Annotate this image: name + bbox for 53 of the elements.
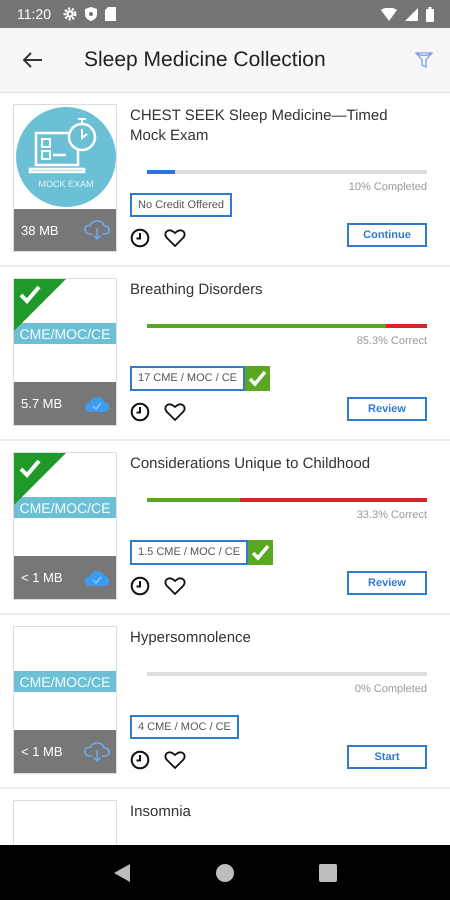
heart-icon[interactable] (164, 576, 186, 596)
wifi-icon (381, 8, 397, 20)
progress-label: 10% Completed (348, 181, 427, 193)
module-title[interactable]: CHEST SEEK Sleep Medicine—Timed Mock Exam (130, 106, 427, 146)
module-title[interactable]: Insomnia (130, 802, 427, 822)
clock-icon[interactable] (130, 750, 150, 770)
clock-icon[interactable] (130, 228, 150, 248)
status-time: 11:20 (17, 6, 51, 22)
battery-icon (426, 6, 434, 22)
action-button[interactable]: Continue (347, 223, 427, 247)
check-icon (245, 366, 270, 391)
home-nav-icon[interactable] (216, 864, 234, 882)
heart-icon[interactable] (164, 402, 186, 422)
shield-icon (85, 7, 97, 21)
heart-icon[interactable] (164, 228, 186, 248)
clock-icon[interactable] (130, 576, 150, 596)
sd-card-icon (105, 7, 116, 21)
file-size: 5.7 MB (21, 396, 62, 411)
file-size: < 1 MB (21, 744, 63, 759)
credit-label: No Credit Offered (130, 193, 232, 217)
progress-label: 33.3% Correct (356, 509, 427, 521)
credit-band: CME/MOC/CE (14, 323, 116, 344)
back-nav-icon[interactable] (112, 862, 131, 882)
heart-icon[interactable] (164, 750, 186, 770)
thumbnail-card[interactable]: MOCK EXAM 38 MB (13, 104, 117, 252)
screen-title: Sleep Medicine Collection (84, 48, 327, 72)
thumbnail-card[interactable]: CME/MOC/CE < 1 MB (13, 452, 117, 600)
thumbnail-card[interactable]: CME/MOC/CE 5.7 MB (13, 278, 117, 426)
cloud-check-icon[interactable] (84, 394, 110, 412)
action-button[interactable]: Review (347, 571, 427, 595)
action-button[interactable]: Review (347, 397, 427, 421)
credit-label: 4 CME / MOC / CE (130, 715, 239, 739)
thumbnail-card[interactable]: CME/MOC/CE < 1 MB (13, 626, 117, 774)
mock-exam-caption: MOCK EXAM (38, 179, 94, 189)
credit-band: CME/MOC/CE (14, 497, 116, 518)
action-button[interactable]: Start (347, 745, 427, 769)
progress-label: 85.3% Correct (356, 335, 427, 347)
back-arrow-icon[interactable] (23, 52, 43, 68)
signal-icon (405, 8, 418, 20)
module-title[interactable]: Breathing Disorders (130, 280, 427, 300)
cloud-check-icon[interactable] (84, 568, 110, 586)
clock-icon[interactable] (130, 402, 150, 422)
check-icon (248, 540, 274, 565)
recents-nav-icon[interactable] (319, 864, 338, 882)
file-size: 38 MB (21, 222, 59, 238)
module-title[interactable]: Hypersomnolence (130, 628, 427, 648)
credit-label: 1.5 CME / MOC / CE (130, 540, 248, 565)
file-size: < 1 MB (21, 570, 63, 585)
credit-label: 17 CME / MOC / CE (130, 366, 246, 391)
module-title[interactable]: Considerations Unique to Childhood (130, 454, 427, 474)
gear-icon (63, 7, 77, 21)
progress-label: 0% Completed (354, 683, 427, 695)
credit-band: CME/MOC/CE (14, 671, 116, 692)
